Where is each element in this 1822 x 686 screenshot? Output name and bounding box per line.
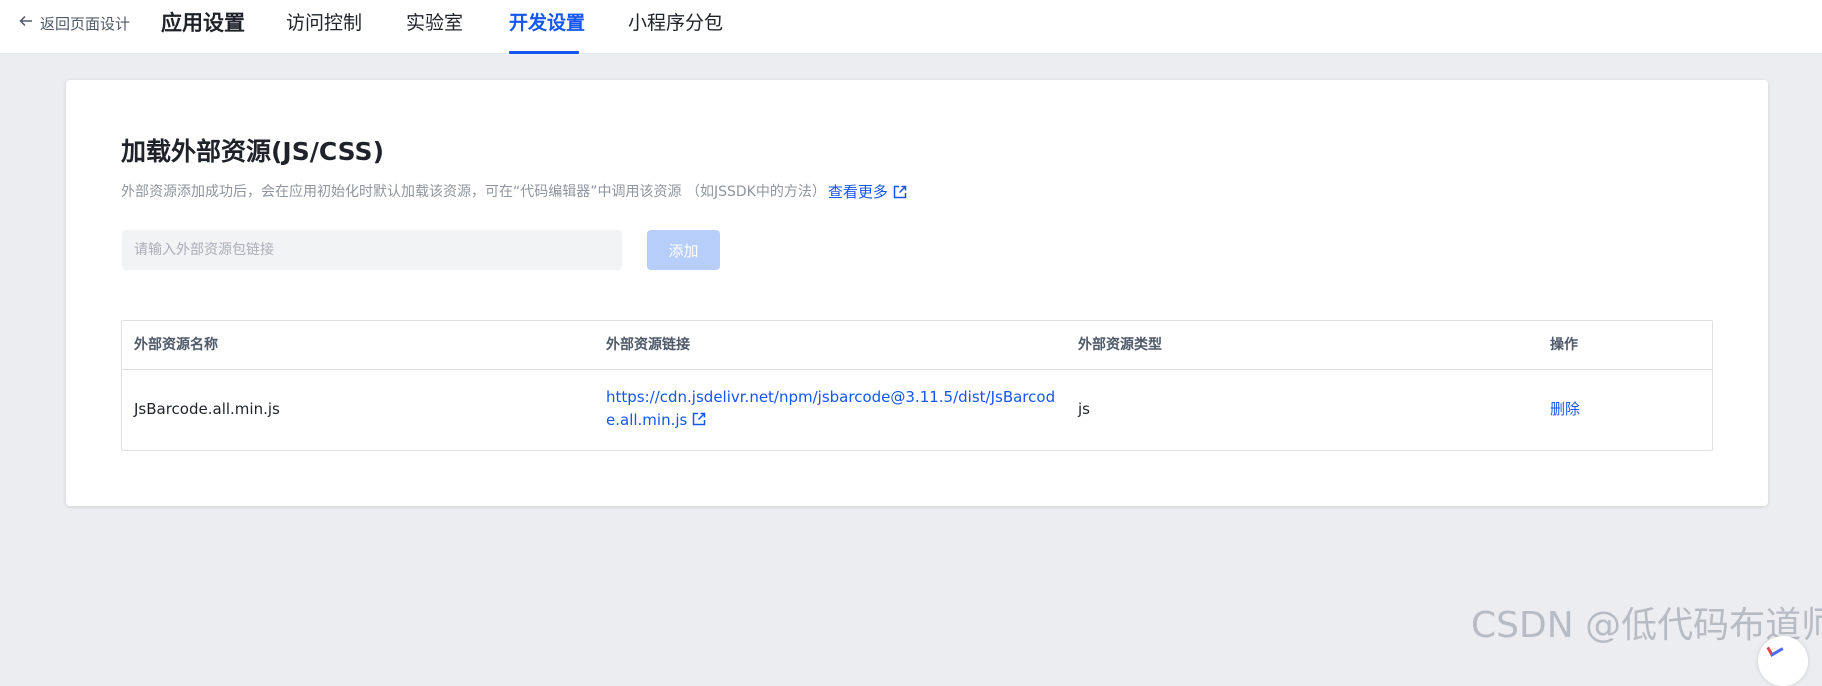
- delete-link[interactable]: 删除: [1550, 400, 1580, 418]
- section-title: 加载外部资源(JS/CSS): [121, 137, 384, 166]
- back-link-label: 返回页面设计: [40, 14, 131, 33]
- floating-assistant-button[interactable]: [1758, 636, 1808, 686]
- external-link-icon: [691, 411, 707, 427]
- tab-dev-settings[interactable]: 开发设置: [509, 9, 585, 37]
- table-row: JsBarcode.all.min.js https://cdn.jsdeliv…: [122, 370, 1712, 450]
- action-cell: 删除: [1550, 398, 1580, 421]
- tab-access-control[interactable]: 访问控制: [286, 9, 362, 37]
- section-description: 外部资源添加成功后，会在应用初始化时默认加载该资源，可在“代码编辑器”中调用该资…: [121, 181, 908, 203]
- back-to-page-design-link[interactable]: 返回页面设计: [18, 12, 130, 34]
- column-header-action: 操作: [1550, 337, 1578, 353]
- description-text: 外部资源添加成功后，会在应用初始化时默认加载该资源，可在“代码编辑器”中调用该资…: [121, 184, 826, 200]
- resource-url-link[interactable]: https://cdn.jsdelivr.net/npm/jsbarcode@3…: [606, 386, 1061, 432]
- see-more-label: 查看更多: [827, 183, 888, 201]
- external-resource-url-input[interactable]: [122, 230, 622, 270]
- column-header-url: 外部资源链接: [606, 337, 690, 353]
- table-header: 外部资源名称 外部资源链接 外部资源类型 操作: [122, 321, 1712, 370]
- external-link-icon: [892, 184, 908, 200]
- resource-type-cell: js: [1078, 400, 1090, 418]
- see-more-link[interactable]: 查看更多: [828, 181, 908, 203]
- resource-url-text: https://cdn.jsdelivr.net/npm/jsbarcode@3…: [606, 388, 1056, 429]
- tab-mini-program-subpackage[interactable]: 小程序分包: [628, 9, 723, 37]
- top-nav-bar: 返回页面设计 应用设置 访问控制 实验室 开发设置 小程序分包: [0, 0, 1822, 54]
- resource-name-cell: JsBarcode.all.min.js: [134, 400, 280, 418]
- tab-lab[interactable]: 实验室: [406, 9, 463, 37]
- column-header-name: 外部资源名称: [134, 337, 218, 353]
- assistant-logo-icon: [1766, 641, 1784, 657]
- add-button[interactable]: 添加: [647, 230, 720, 270]
- arrow-left-icon: [18, 13, 34, 33]
- external-resources-table: 外部资源名称 外部资源链接 外部资源类型 操作 JsBarcode.all.mi…: [121, 320, 1713, 451]
- active-tab-indicator: [509, 51, 579, 54]
- column-header-type: 外部资源类型: [1078, 337, 1162, 353]
- app-settings-title: 应用设置: [161, 11, 245, 35]
- external-resources-card: 加载外部资源(JS/CSS) 外部资源添加成功后，会在应用初始化时默认加载该资源…: [66, 80, 1768, 506]
